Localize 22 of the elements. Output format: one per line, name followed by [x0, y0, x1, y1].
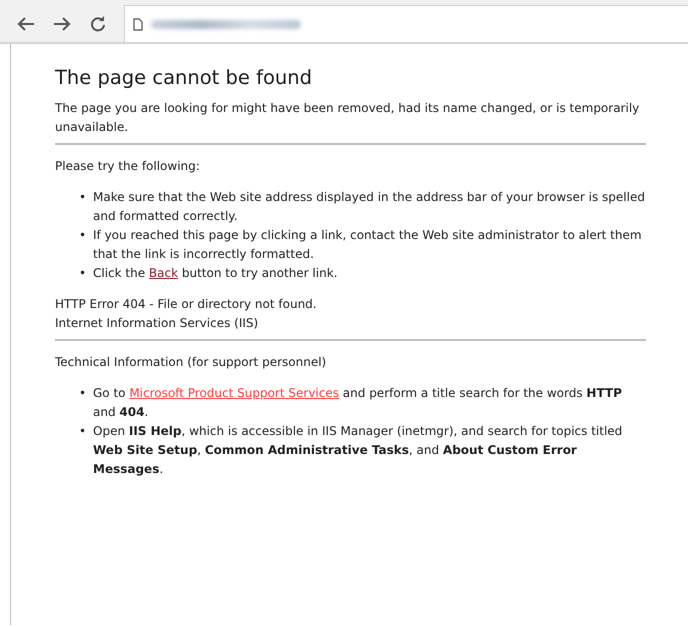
section-heading: Technical Information (for support personnel): [55, 354, 328, 371]
bullet: •: [79, 227, 88, 244]
page-icon: [133, 18, 143, 30]
list-item-text: Open IIS Help, which is accessible in IIS Manager (inetmgr), and search for topics titled Web Site Setup, Common Administrative Tasks, and About Custom Error Messages.: [93, 423, 624, 478]
forward-arrow-icon: [53, 16, 71, 32]
bullet: •: [79, 189, 88, 206]
page-title: The page cannot be found: [55, 68, 313, 87]
error-line: Internet Information Services (IIS): [55, 315, 260, 332]
list-item-text: Click the Back button to try another link.: [93, 265, 338, 282]
back-arrow-icon: [17, 16, 35, 32]
bullet: •: [79, 265, 88, 282]
intro-text: The page you are looking for might have been removed, had its name changed, or is temporarily unavailable.: [55, 100, 640, 136]
list-item-text: Make sure that the Web site address displayed in the address bar of your browser is spelled and formatted correctly.: [93, 189, 646, 225]
list-item-text: If you reached this page by clicking a link, contact the Web site administrator to alert them that the link is incorrectly formatted.: [93, 227, 643, 263]
section-heading: Please try the following:: [55, 158, 201, 175]
link[interactable]: Microsoft Product Support Services: [129, 386, 339, 400]
bullet: •: [79, 423, 88, 440]
link[interactable]: Back: [148, 266, 178, 280]
reload-icon: [90, 16, 106, 32]
list-item-text: Go to Microsoft Product Support Services and perform a title search for the words HTTP and 404.: [93, 385, 623, 421]
error-line: HTTP Error 404 - File or directory not found.: [55, 296, 318, 313]
bullet: •: [79, 385, 88, 402]
